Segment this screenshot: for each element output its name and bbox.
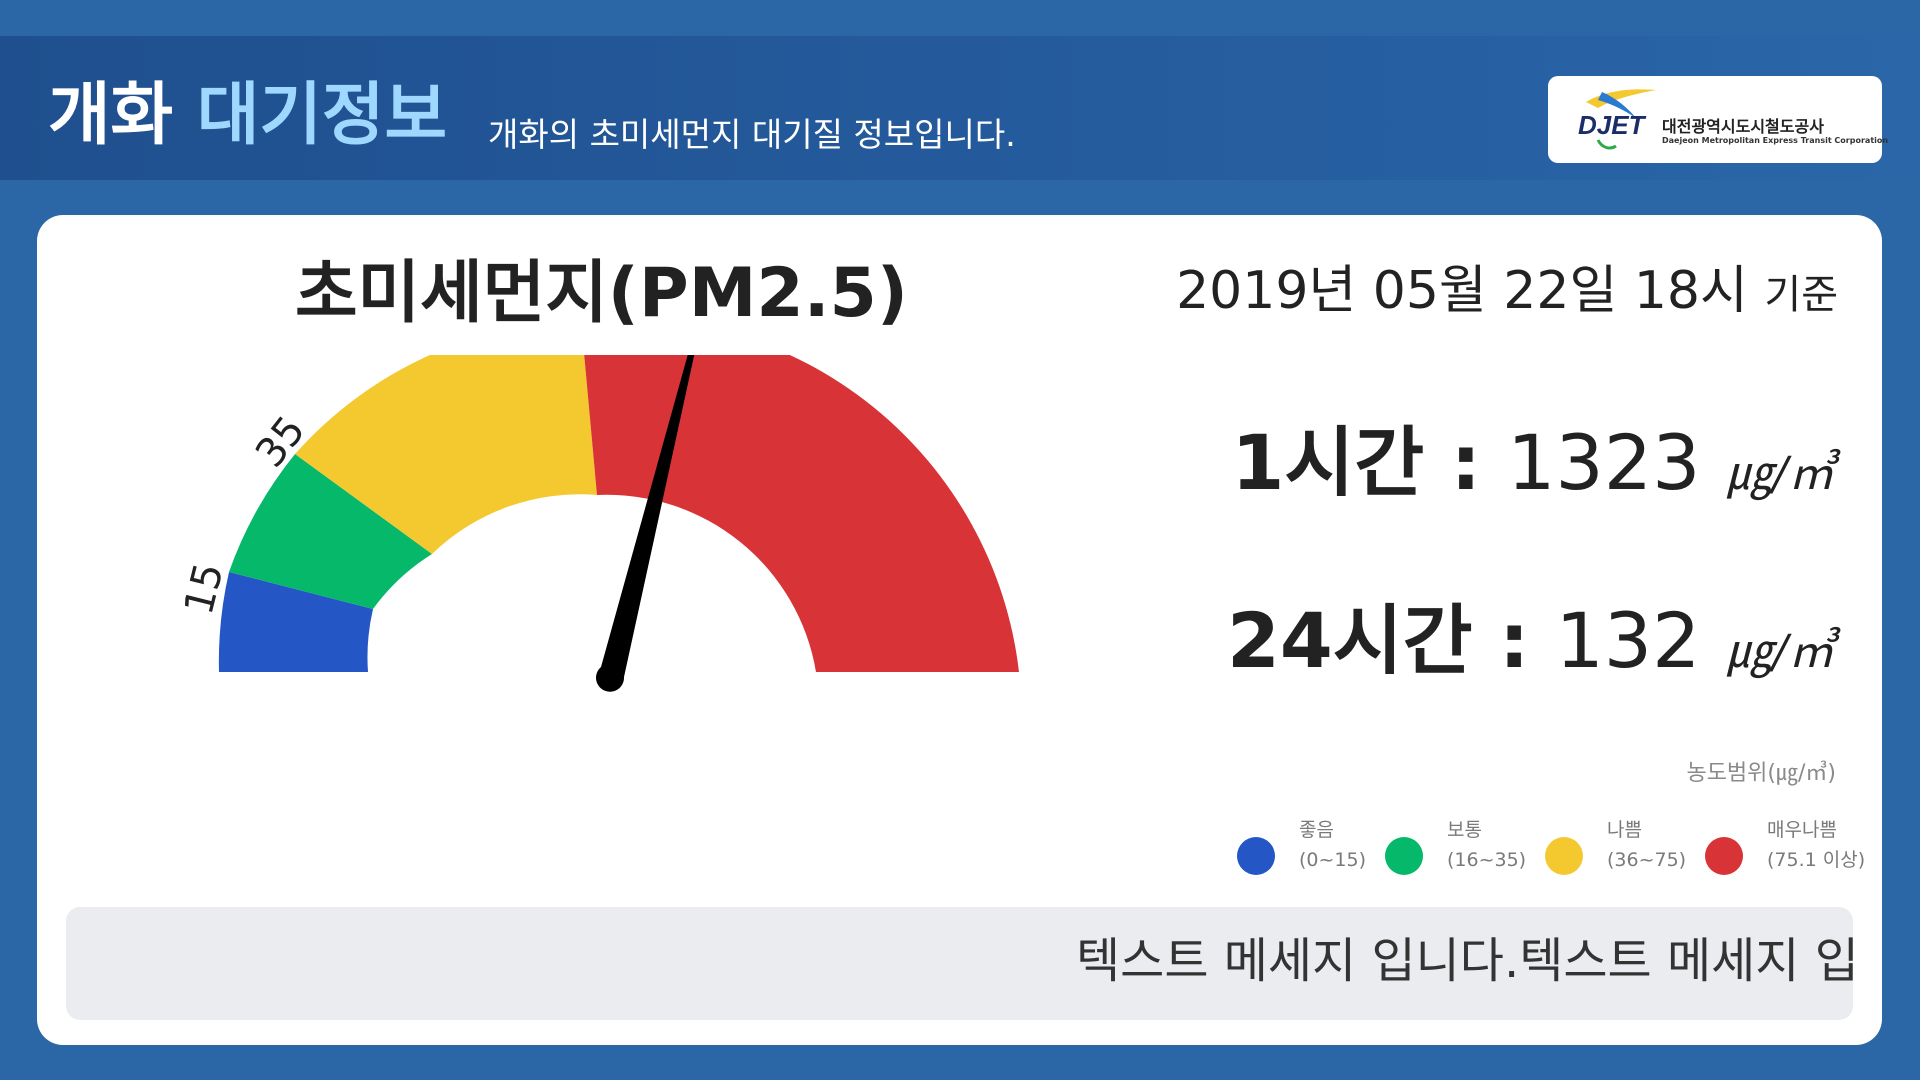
concentration-range-title: 농도범위(㎍/㎥) <box>1686 761 1836 786</box>
measurement-datetime: 2019년 05월 22일 18시 기준 <box>1176 265 1838 317</box>
page-title-air-info: 대기정보 <box>196 76 448 155</box>
legend-text-bad: 나쁨 (36~75) <box>1607 815 1686 875</box>
reading-1h-label: 1시간 : <box>1231 418 1482 507</box>
legend-text-normal: 보통 (16~35) <box>1447 815 1526 875</box>
legend-dot-bad <box>1545 837 1583 875</box>
legend-label: 매우나쁨 <box>1767 819 1837 841</box>
legend-dot-very-bad <box>1705 837 1743 875</box>
header-bar: 개화 대기정보 개화의 초미세먼지 대기질 정보입니다. DJET 대전광역시도… <box>0 36 1920 180</box>
org-name-en: Daejeon Metropolitan Express Transit Cor… <box>1662 136 1889 145</box>
org-name-ko: 대전광역시도시철도공사 <box>1662 117 1824 136</box>
legend-dot-normal <box>1385 837 1423 875</box>
page-title: 개화 대기정보 <box>48 82 447 150</box>
reading-24h-unit: ㎍/㎥ <box>1726 624 1835 678</box>
legend-range: (0~15) <box>1299 849 1367 871</box>
legend-text-good: 좋음 (0~15) <box>1299 815 1366 875</box>
datetime-suffix: 기준 <box>1764 272 1838 318</box>
pm-gauge: 15 35 75 <box>176 355 1019 692</box>
logo-brand: DJET <box>1578 110 1647 140</box>
reading-24h-label: 24시간 : <box>1226 596 1530 685</box>
pm-title: 초미세먼지(PM2.5) <box>295 254 908 333</box>
page-title-station: 개화 <box>48 76 174 155</box>
gauge-tick-75: 75 <box>553 355 604 363</box>
message-ticker: 텍스트 메세지 입니다.텍스트 메세지 입니다 <box>66 907 1853 1020</box>
legend-label: 나쁨 <box>1607 819 1642 841</box>
djet-logo-icon: DJET <box>1578 89 1656 150</box>
page-subtitle: 개화의 초미세먼지 대기질 정보입니다. <box>488 115 1016 154</box>
concentration-legend: 좋음 (0~15) 보통 (16~35) 나쁨 (36~75) 매우나쁨 (75.1 이… <box>1197 815 1865 895</box>
datetime-value: 2019년 05월 22일 18시 <box>1176 261 1748 321</box>
reading-1h: 1시간 :1323 ㎍/㎥ <box>1232 425 1835 501</box>
reading-1h-value: 1323 <box>1507 418 1701 507</box>
legend-text-very-bad: 매우나쁨 (75.1 이상) <box>1767 815 1865 875</box>
reading-24h-value: 132 <box>1555 596 1701 685</box>
legend-dot-good <box>1237 837 1275 875</box>
reading-24h: 24시간 :132 ㎍/㎥ <box>1227 603 1834 679</box>
org-logo: DJET 대전광역시도시철도공사 Daejeon Metropolitan Ex… <box>1548 76 1888 163</box>
legend-range: (75.1 이상) <box>1767 849 1866 871</box>
legend-range: (36~75) <box>1607 849 1687 871</box>
air-quality-card: 초미세먼지(PM2.5) 2019년 05월 22일 18시 기준 15 35 … <box>37 215 1882 1045</box>
message-text: 텍스트 메세지 입니다.텍스트 메세지 입니다 <box>1076 933 1853 989</box>
legend-range: (16~35) <box>1447 849 1527 871</box>
reading-1h-unit: ㎍/㎥ <box>1726 446 1835 500</box>
legend-label: 보통 <box>1447 819 1482 841</box>
legend-label: 좋음 <box>1299 819 1334 841</box>
